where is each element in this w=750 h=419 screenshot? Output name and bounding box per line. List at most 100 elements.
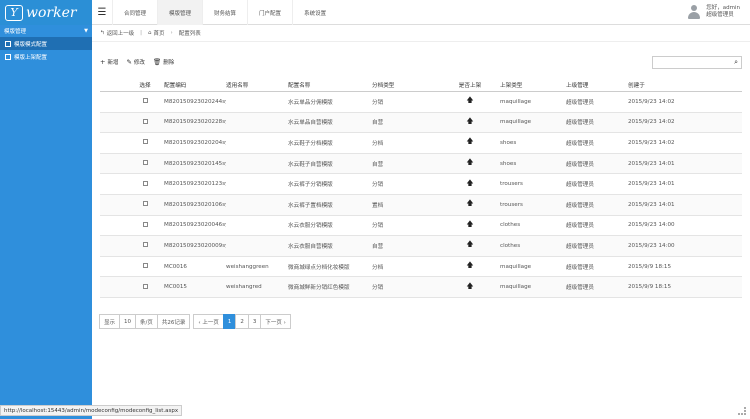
table-cell: 水云裤子置档模版 [288, 202, 333, 209]
table-cell: 2015/9/9 18:15 [628, 284, 672, 291]
row-checkbox[interactable] [142, 263, 148, 269]
search-icon[interactable]: ⌕ [734, 58, 738, 67]
sidebar-section-header[interactable]: 模版管理 ▼ [0, 25, 92, 37]
col-header[interactable]: 配置名称 [288, 81, 372, 89]
row-checkbox[interactable] [142, 242, 148, 248]
col-header[interactable]: 是否上架 [440, 81, 500, 89]
cell-shelf: 🡅 [440, 179, 500, 190]
cell-select [126, 139, 164, 146]
row-checkbox[interactable] [142, 98, 148, 104]
row-checkbox[interactable] [142, 139, 148, 145]
table-row[interactable]: M820150923020123syj 水云裤子分销模版 分销 🡅 trousers 超级… [100, 174, 742, 195]
cell-select [126, 98, 164, 105]
topnav-item-contract[interactable]: 合同管理 [112, 0, 157, 25]
table-cell: 自营 [372, 161, 384, 168]
plus-icon: + [100, 58, 106, 66]
table-cell: shoes [500, 160, 517, 167]
table-cell: 2015/9/23 14:02 [628, 98, 675, 105]
row-checkbox[interactable] [142, 221, 148, 227]
add-label: 新增 [107, 60, 119, 66]
home-label: 首页 [153, 31, 165, 37]
pin-up-icon[interactable]: 🡅 [466, 117, 473, 128]
table-row[interactable]: M820150923020106syj 水云裤子置档模版 置档 🡅 trousers 超级… [100, 194, 742, 216]
table-row[interactable]: M820150923020046syj 水云衣服分销模版 分销 🡅 clothes 超级管… [100, 216, 742, 237]
topnav-item-template[interactable]: 模版管理 [157, 0, 203, 25]
table-row[interactable]: M820150923020145syj 水云鞋子自营模版 自营 🡅 shoes 超级管理员… [100, 153, 742, 175]
table-cell: 2015/9/23 14:01 [628, 181, 675, 188]
search-input[interactable]: ⌕ [652, 55, 742, 69]
cell-shelf: 🡅 [440, 220, 500, 231]
table-row[interactable]: M820150923020204syj 水云鞋子分档模版 分档 🡅 shoes 超级管理员… [100, 133, 742, 154]
separator: | [140, 30, 142, 36]
pin-up-icon[interactable]: 🡅 [466, 96, 473, 107]
edit-button[interactable]: ✎ 修改 [126, 58, 144, 66]
col-header[interactable]: 分档类型 [372, 81, 440, 89]
table-cell: 水云裤子分销模版 [288, 182, 333, 189]
delete-label: 删除 [163, 60, 175, 66]
table-cell: M820150923020228syj [164, 119, 226, 126]
home-link[interactable]: ⌂ 首页 [148, 29, 165, 37]
delete-button[interactable]: 🗑 删除 [153, 58, 174, 66]
pin-up-icon[interactable]: 🡅 [466, 158, 473, 169]
add-button[interactable]: + 新增 [100, 58, 118, 66]
table-cell: maquillage [500, 119, 532, 126]
table-cell: 自营 [372, 243, 384, 250]
sidebar-section-title: 模版管理 [4, 29, 27, 35]
cell-shelf: 🡅 [440, 158, 500, 169]
sidebar-item-mode-config[interactable]: 模版模式配置 [0, 37, 92, 50]
pin-up-icon[interactable]: 🡅 [466, 240, 473, 251]
table-row[interactable]: M820150923020009syj 水云衣服自营模版 自营 🡅 clothes 超级管… [100, 236, 742, 257]
table-row[interactable]: M820150923020228syj 水云单品自营模版 自营 🡅 maquillage… [100, 112, 742, 134]
col-header[interactable]: 适用名称 [226, 81, 288, 89]
chevron-down-icon: ▼ [84, 28, 88, 34]
row-checkbox[interactable] [142, 118, 148, 124]
col-header[interactable]: 上架类型 [500, 81, 566, 89]
table-cell: weishangred [226, 284, 262, 291]
cell-shelf: 🡅 [440, 240, 500, 251]
table-cell: 水云衣服自营模版 [288, 243, 333, 250]
col-header[interactable]: 上级管理 [566, 81, 628, 89]
table-row[interactable]: MC0016 weishanggreen 微商城绿点分档化妆模版 分档 🡅 maquill… [100, 257, 742, 278]
page-size-select[interactable]: 10 [119, 314, 137, 329]
table-cell: 超级管理员 [566, 285, 594, 292]
col-header[interactable]: 选择 [126, 81, 164, 89]
pin-up-icon[interactable]: 🡅 [466, 179, 473, 190]
col-header[interactable]: 配置编码 [164, 81, 226, 89]
page-button-2[interactable]: 2 [235, 314, 249, 329]
table-cell: MC0016 [164, 263, 187, 270]
table-cell: shoes [500, 139, 517, 146]
table-cell: 超级管理员 [566, 202, 594, 209]
table-cell: 2015/9/23 14:01 [628, 201, 675, 208]
col-header[interactable]: 创建于 [628, 81, 708, 89]
table-row[interactable]: MC0015 weishangred 微商城鲜新分销红色模版 分销 🡅 maquillag… [100, 277, 742, 298]
user-menu[interactable]: 您好，admin 超级管理员 [688, 0, 750, 24]
pager-show-label: 显示 [99, 314, 121, 329]
pin-up-icon[interactable]: 🡅 [466, 137, 473, 148]
pin-up-icon[interactable]: 🡅 [466, 261, 473, 272]
pin-up-icon[interactable]: 🡅 [466, 220, 473, 231]
row-checkbox[interactable] [142, 180, 148, 186]
next-page-button[interactable]: 下一页 › [260, 314, 291, 329]
topnav-item-system[interactable]: 系统设置 [292, 0, 337, 25]
row-checkbox[interactable] [142, 201, 148, 207]
pin-up-icon[interactable]: 🡅 [466, 199, 473, 210]
row-checkbox[interactable] [142, 283, 148, 289]
table-cell: 超级管理员 [566, 161, 594, 168]
table-cell: 分销 [372, 182, 384, 189]
logo[interactable]: Y worker [0, 0, 92, 25]
pin-up-icon[interactable]: 🡅 [466, 282, 473, 293]
topnav-item-portal[interactable]: 门户配置 [247, 0, 292, 25]
topnav-item-finance[interactable]: 财务结算 [202, 0, 247, 25]
prev-page-button[interactable]: ‹ 上一页 [193, 314, 224, 329]
table-row[interactable]: M820150923020244syj 水云单品分佣模版 分销 🡅 maquillage… [100, 92, 742, 113]
row-checkbox[interactable] [142, 160, 148, 166]
menu-icon[interactable]: ☰ [92, 0, 112, 24]
sidebar-item-shelf-config[interactable]: 模版上架配置 [0, 50, 92, 63]
user-greeting: 您好，admin [706, 5, 740, 11]
top-nav: 合同管理 模版管理 财务结算 门户配置 系统设置 [112, 0, 337, 25]
page-button-3[interactable]: 3 [247, 314, 262, 329]
cell-shelf: 🡅 [440, 117, 500, 128]
page-button-1[interactable]: 1 [222, 314, 237, 329]
back-link[interactable]: ↰ 返回上一级 [100, 29, 134, 37]
resize-grip-icon[interactable] [738, 407, 746, 415]
